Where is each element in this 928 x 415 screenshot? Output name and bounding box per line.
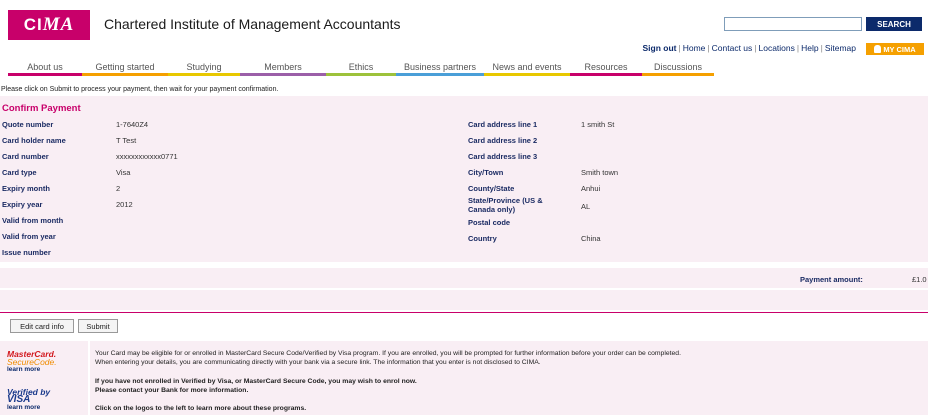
payment-amount-value: £1.0 [912, 275, 927, 284]
nav-business-partners[interactable]: Business partners [396, 62, 484, 76]
spacer-row [0, 290, 928, 310]
field-label: County/State [468, 184, 515, 193]
mastercard-securecode-logo[interactable]: MasterCard. SecureCode. learn more [7, 350, 57, 374]
payment-amount-row [0, 268, 928, 288]
field-value: AL [581, 202, 591, 211]
search-button[interactable]: SEARCH [866, 17, 922, 31]
nav-studying[interactable]: Studying [168, 62, 240, 76]
nav-members[interactable]: Members [240, 62, 326, 76]
nav-getting-started[interactable]: Getting started [82, 62, 168, 76]
nav-discussions[interactable]: Discussions [642, 62, 714, 76]
sitemap-link[interactable]: Sitemap [825, 43, 856, 53]
mc-logo-line2: SecureCode. [7, 357, 57, 367]
nav-about-us[interactable]: About us [8, 62, 82, 76]
field-value: Smith town [581, 168, 619, 177]
visa-logo-line2: VISA [7, 394, 31, 405]
info-text: When entering your details, you are comm… [95, 359, 541, 366]
main-nav: About us Getting started Studying Member… [8, 62, 714, 76]
field-label: Country [468, 234, 497, 243]
site-header: CIMA Chartered Institute of Management A… [0, 0, 928, 60]
field-value: 1-7640Z4 [116, 120, 149, 129]
field-label: Issue number [2, 248, 51, 257]
info-text: Your Card may be eligible for or enrolle… [95, 350, 681, 357]
field-label: Postal code [468, 218, 511, 227]
field-label: Expiry year [2, 200, 43, 209]
search-input[interactable] [724, 17, 862, 31]
payment-amount-label: Payment amount: [800, 275, 863, 284]
field-label: Card address line 3 [468, 152, 538, 161]
nav-ethics[interactable]: Ethics [326, 62, 396, 76]
field-value: China [581, 234, 601, 243]
site-title: Chartered Institute of Management Accoun… [104, 16, 401, 32]
my-cima-button[interactable]: MY CIMA [866, 43, 924, 55]
verified-by-visa-logo[interactable]: Verified by VISA learn more [7, 388, 50, 412]
field-value: T Test [116, 136, 137, 145]
info-text-bold: If you have not enrolled in Verified by … [95, 378, 417, 385]
divider [0, 312, 928, 313]
field-label: Quote number [2, 120, 54, 129]
field-value: Visa [116, 168, 131, 177]
field-label: Expiry month [2, 184, 50, 193]
logo-separator [88, 341, 90, 415]
field-label: Card address line 1 [468, 120, 538, 129]
info-text-bold: Please contact your Bank for more inform… [95, 387, 249, 394]
submit-button[interactable]: Submit [78, 319, 118, 333]
field-label: Card number [2, 152, 49, 161]
field-value: 2 [116, 184, 121, 193]
cima-logo[interactable]: CIMA [8, 10, 90, 40]
nav-news-events[interactable]: News and events [484, 62, 570, 76]
field-value: xxxxxxxxxxxx0771 [116, 152, 178, 161]
field-value: 2012 [116, 200, 133, 209]
mc-learn-more: learn more [7, 366, 41, 373]
sign-out-link[interactable]: Sign out [643, 43, 677, 53]
field-label: Card address line 2 [468, 136, 538, 145]
locations-link[interactable]: Locations [759, 43, 795, 53]
help-link[interactable]: Help [801, 43, 818, 53]
info-text-bold: Click on the logos to the left to learn … [95, 405, 307, 412]
field-label: Card type [2, 168, 37, 177]
field-label: City/Town [468, 168, 504, 177]
field-label: Card holder name [2, 136, 66, 145]
panel-title: Confirm Payment [2, 103, 81, 114]
logo-text: CIMA [23, 14, 75, 35]
edit-card-info-button[interactable]: Edit card info [10, 319, 74, 333]
person-icon [874, 45, 882, 53]
utility-links: Sign out | Home | Contact us | Locations | Help |… [642, 43, 856, 53]
field-label: Valid from month [2, 216, 64, 225]
visa-learn-more: learn more [7, 404, 41, 411]
field-value: 1 smith St [581, 120, 615, 129]
field-value: Anhui [581, 184, 601, 193]
my-cima-label: MY CIMA [883, 44, 916, 54]
field-label: Valid from year [2, 232, 56, 241]
contact-link[interactable]: Contact us [712, 43, 753, 53]
instruction-text: Please click on Submit to process your p… [1, 86, 279, 93]
nav-resources[interactable]: Resources [570, 62, 642, 76]
home-link[interactable]: Home [683, 43, 706, 53]
field-label: State/Province (US & Canada only) [468, 196, 543, 214]
